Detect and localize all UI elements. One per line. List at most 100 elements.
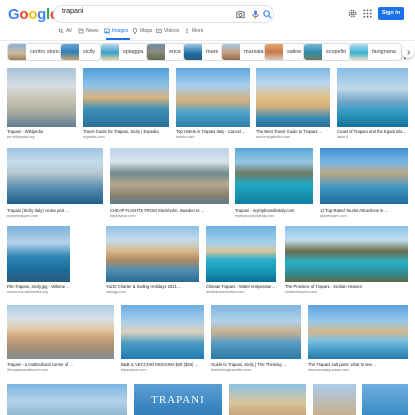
image-result[interactable]: The Best Travel Guide to Trapani ... arc… bbox=[256, 68, 330, 141]
chip-mare[interactable]: mare bbox=[183, 43, 225, 61]
image-result[interactable]: Trapani - a multicultural corner of ... … bbox=[7, 305, 114, 378]
result-caption[interactable]: Travel Guide for Trapani, Sicily | Exped… bbox=[83, 129, 169, 134]
result-caption[interactable]: File:Trapani, Sicily.jpg - Wikimedia ... bbox=[7, 284, 70, 289]
image-result[interactable]: B&B IL VECCHIO MOSSINA $29 ($33) ... tri… bbox=[121, 305, 204, 378]
search-tabs: All News Images Maps Videos More Tools S… bbox=[0, 27, 415, 62]
image-result[interactable]: File:Trapani, Sicily.jpg - Wikimedia ...… bbox=[7, 226, 70, 299]
result-caption[interactable]: Yacht Charter & Sailing Holidays 2021 ..… bbox=[106, 284, 199, 289]
chip-sicily[interactable]: sicily bbox=[60, 43, 101, 61]
image-result[interactable]: Trapani - mytripboxsitlvitaly.com mytrip… bbox=[235, 148, 313, 221]
result-thumbnail[interactable] bbox=[320, 148, 408, 204]
result-caption[interactable]: Climate Trapani - Water temperature ... bbox=[206, 284, 276, 289]
result-caption[interactable]: Trapani (Sicily Italy) cruise port ... bbox=[7, 208, 103, 213]
result-thumbnail[interactable] bbox=[256, 68, 330, 127]
image-result[interactable]: Top Hotels in Trapani Italy - Cancel ...… bbox=[176, 68, 250, 141]
chip-favignana[interactable]: favignana bbox=[349, 43, 402, 61]
gear-icon[interactable] bbox=[347, 8, 358, 19]
image-result[interactable]: Yacht Charter & Sailing Holidays 2021 ..… bbox=[106, 226, 199, 299]
result-caption[interactable]: 11 Top-Rated Tourist Attractions in ... bbox=[320, 208, 408, 213]
result-caption[interactable]: Trapani - mytripboxsitlvitaly.com bbox=[235, 208, 313, 213]
image-result[interactable]: CHEAP FLIGHTS FROM Stockholm, Sweden to … bbox=[110, 148, 229, 221]
result-thumbnail[interactable] bbox=[229, 384, 306, 415]
result-thumbnail[interactable] bbox=[206, 226, 276, 282]
image-result[interactable]: Coast of Trapani and the Egadi Islan... … bbox=[337, 68, 408, 141]
result-thumbnail[interactable] bbox=[7, 305, 114, 359]
result-thumbnail[interactable] bbox=[106, 226, 199, 282]
result-thumbnail[interactable] bbox=[337, 68, 408, 127]
more-dots-icon bbox=[186, 28, 188, 34]
apps-grid-icon[interactable] bbox=[362, 8, 373, 19]
image-result[interactable]: Trapani - Wikipedia en.wikipedia.org bbox=[7, 68, 76, 141]
result-source: lifeinglassandfound.com bbox=[7, 368, 48, 372]
result-thumbnail[interactable] bbox=[176, 68, 250, 127]
result-caption[interactable]: Top Hotels in Trapani Italy - Cancel ... bbox=[176, 129, 250, 134]
image-result[interactable]: The Trapani salt pans: what to see ... d… bbox=[308, 305, 408, 378]
result-thumbnail[interactable] bbox=[285, 226, 408, 282]
result-caption[interactable]: CHEAP FLIGHTS FROM Stockholm, Sweden to … bbox=[110, 208, 229, 213]
sign-in-button[interactable]: Sign in bbox=[378, 7, 404, 20]
result-caption[interactable]: B&B IL VECCHIO MOSSINA $29 ($33) ... bbox=[121, 362, 204, 367]
tab-label: Videos bbox=[164, 28, 180, 34]
chips-scroll-right-button[interactable] bbox=[402, 46, 414, 58]
microphone-icon[interactable] bbox=[250, 9, 261, 20]
result-source: italia.it bbox=[337, 135, 348, 139]
image-result[interactable]: The Province of Trapani - Sicilian Heave… bbox=[285, 226, 408, 299]
chip-marsala[interactable]: marsala bbox=[221, 43, 270, 61]
result-caption[interactable]: Guide to Trapani, Sicily | The Thinking … bbox=[211, 362, 301, 367]
result-caption[interactable]: Trapani - Wikipedia bbox=[7, 129, 76, 134]
result-thumbnail[interactable] bbox=[7, 148, 103, 204]
image-result[interactable] bbox=[7, 384, 127, 415]
image-result[interactable] bbox=[229, 384, 306, 415]
result-source: mytripboxsicilyitaly.com bbox=[235, 214, 275, 218]
image-result[interactable]: 11 Top-Rated Tourist Attractions in ... … bbox=[320, 148, 408, 221]
result-thumbnail[interactable] bbox=[83, 68, 169, 127]
result-caption[interactable]: Coast of Trapani and the Egadi Islan... bbox=[337, 129, 408, 134]
result-thumbnail[interactable] bbox=[308, 305, 408, 359]
tab-more[interactable]: More bbox=[184, 27, 203, 35]
result-thumbnail[interactable] bbox=[110, 148, 229, 204]
search-icon bbox=[58, 28, 64, 34]
result-thumbnail[interactable] bbox=[362, 384, 408, 415]
tab-all[interactable]: All bbox=[58, 27, 72, 35]
result-source: tripadvisor.com bbox=[110, 214, 136, 218]
image-icon bbox=[104, 28, 110, 34]
result-caption[interactable]: Trapani - a multicultural corner of ... bbox=[7, 362, 114, 367]
image-result[interactable]: Guide to Trapani, Sicily | The Thinking … bbox=[211, 305, 301, 378]
result-caption[interactable]: The Best Travel Guide to Trapani ... bbox=[256, 129, 330, 134]
image-result[interactable] bbox=[362, 384, 408, 415]
result-thumbnail[interactable] bbox=[7, 68, 76, 127]
result-thumbnail[interactable] bbox=[121, 305, 204, 359]
chip-scopello[interactable]: scopello bbox=[303, 43, 353, 61]
google-logo[interactable]: Google bbox=[8, 6, 58, 23]
result-thumbnail[interactable] bbox=[313, 384, 356, 415]
tab-maps[interactable]: Maps bbox=[132, 27, 152, 35]
chip-thumbnail bbox=[184, 44, 202, 60]
result-thumbnail[interactable] bbox=[211, 305, 301, 359]
result-thumbnail[interactable] bbox=[7, 384, 127, 415]
image-result[interactable]: TRAPANI bbox=[134, 384, 222, 415]
image-result[interactable]: Climate Trapani - Water temperature ... … bbox=[206, 226, 276, 299]
tab-images[interactable]: Images bbox=[104, 27, 128, 35]
result-source: bestfotravelmotha.com bbox=[206, 290, 245, 294]
related-search-chips: centro storico sicily spiaggia erice mar… bbox=[0, 43, 415, 63]
image-result[interactable]: Travel Guide for Trapani, Sicily | Exped… bbox=[83, 68, 169, 141]
result-source: hotels.com bbox=[176, 135, 195, 139]
camera-icon[interactable] bbox=[235, 9, 246, 20]
tab-news[interactable]: News bbox=[78, 27, 99, 35]
result-thumbnail[interactable] bbox=[235, 148, 313, 204]
search-box[interactable]: trapani bbox=[53, 5, 274, 23]
tab-label: More bbox=[192, 28, 204, 34]
chip-saline[interactable]: saline bbox=[264, 43, 308, 61]
result-caption[interactable]: The Province of Trapani - Sicilian Heave… bbox=[285, 284, 408, 289]
result-thumbnail[interactable]: TRAPANI bbox=[134, 384, 222, 415]
result-source: sicilianheaven.com bbox=[285, 290, 318, 294]
chip-erice[interactable]: erice bbox=[146, 43, 187, 61]
result-caption[interactable]: The Trapani salt pans: what to see ... bbox=[308, 362, 408, 367]
image-result[interactable]: Trapani (Sicily Italy) cruise port ... c… bbox=[7, 148, 103, 221]
search-icon[interactable] bbox=[262, 9, 273, 20]
chip-spiaggia[interactable]: spiaggia bbox=[100, 43, 150, 61]
search-input[interactable]: trapani bbox=[62, 8, 83, 15]
image-result[interactable] bbox=[313, 384, 356, 415]
tab-videos[interactable]: Videos bbox=[156, 27, 179, 35]
result-thumbnail[interactable] bbox=[7, 226, 70, 282]
